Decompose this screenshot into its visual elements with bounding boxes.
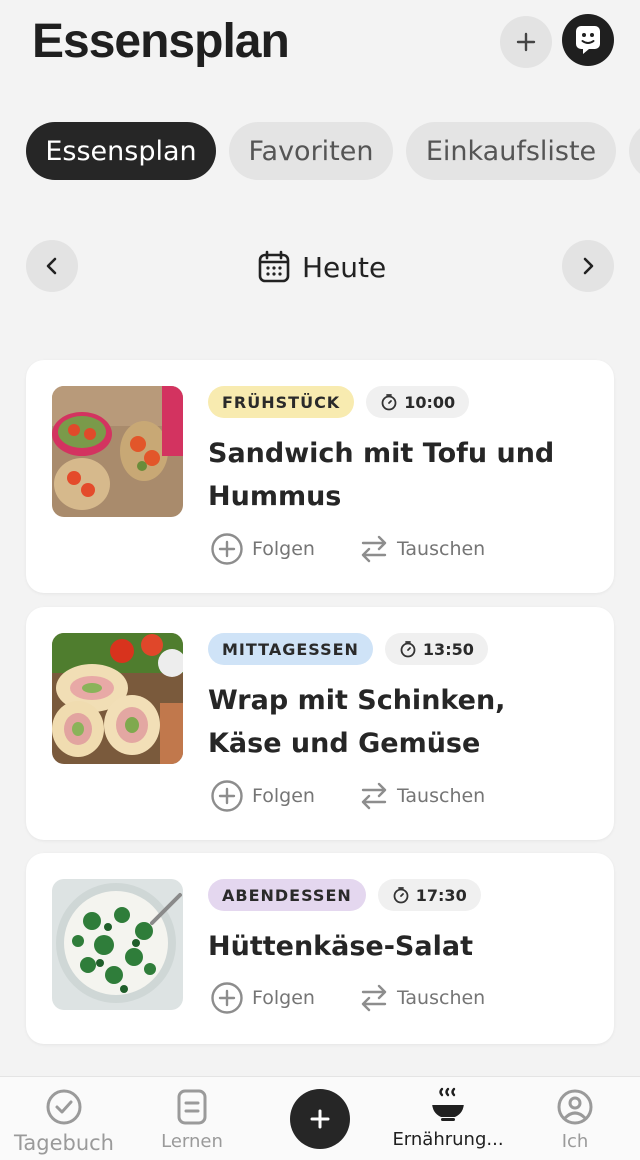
follow-label: Folgen bbox=[252, 538, 315, 560]
nav-label: Ernährung... bbox=[392, 1129, 504, 1150]
bottom-navigation: Tagebuch Lernen Ernährung... Ich bbox=[0, 1076, 640, 1160]
check-circle-icon bbox=[46, 1089, 82, 1125]
plus-circle-icon bbox=[211, 533, 243, 565]
follow-button[interactable]: Folgen bbox=[210, 779, 315, 813]
stopwatch-icon bbox=[381, 394, 397, 411]
meal-time-label: 10:00 bbox=[404, 392, 456, 412]
stopwatch-icon bbox=[400, 641, 416, 658]
swap-button[interactable]: Tauschen bbox=[359, 981, 485, 1015]
tab-einkaufsliste[interactable]: Einkaufsliste bbox=[406, 122, 616, 180]
nav-lernen[interactable]: Lernen bbox=[150, 1077, 234, 1160]
meal-time: 10:00 bbox=[366, 386, 470, 418]
tab-bar: Essensplan Favoriten Einkaufsliste bbox=[26, 122, 640, 182]
bowl-icon bbox=[432, 1087, 464, 1121]
tab-label: Einkaufsliste bbox=[425, 135, 597, 167]
chat-face-icon bbox=[576, 26, 600, 54]
plus-icon bbox=[310, 1109, 330, 1129]
nav-ernaehrung[interactable]: Ernährung... bbox=[386, 1077, 510, 1160]
user-icon bbox=[557, 1089, 593, 1125]
swap-button[interactable]: Tauschen bbox=[359, 779, 485, 813]
swap-arrows-icon bbox=[361, 782, 387, 810]
tab-essensplan[interactable]: Essensplan bbox=[26, 122, 216, 180]
meal-title: Hüttenkäse-Salat bbox=[208, 931, 473, 962]
meal-category-badge: MITTAGESSEN bbox=[208, 633, 373, 665]
tab-label: Favoriten bbox=[248, 135, 374, 167]
add-button[interactable] bbox=[500, 16, 552, 68]
meal-image bbox=[52, 633, 183, 764]
follow-button[interactable]: Folgen bbox=[210, 981, 315, 1015]
follow-button[interactable]: Folgen bbox=[210, 532, 315, 566]
document-icon bbox=[177, 1089, 207, 1125]
nav-label: Lernen bbox=[161, 1131, 223, 1152]
swap-button[interactable]: Tauschen bbox=[359, 532, 485, 566]
meal-card[interactable]: MITTAGESSEN 13:50 Wrap mit Schinken, Käs… bbox=[26, 607, 614, 840]
meal-time-label: 13:50 bbox=[422, 639, 474, 659]
header: Essensplan bbox=[0, 0, 640, 100]
chevron-left-icon bbox=[46, 257, 57, 275]
meal-image bbox=[52, 879, 183, 1010]
meal-category-badge: FRÜHSTÜCK bbox=[208, 386, 355, 418]
tab-more[interactable] bbox=[629, 122, 640, 180]
next-day-button[interactable] bbox=[562, 240, 614, 292]
follow-label: Folgen bbox=[252, 785, 315, 807]
meal-card[interactable]: FRÜHSTÜCK 10:00 Sandwich mit Tofu und Hu… bbox=[26, 360, 614, 593]
date-label: Heute bbox=[302, 250, 387, 284]
previous-day-button[interactable] bbox=[26, 240, 78, 292]
swap-arrows-icon bbox=[361, 535, 387, 563]
swap-label: Tauschen bbox=[396, 538, 486, 560]
meal-title: Wrap mit Schinken, Käse und Gemüse bbox=[208, 685, 506, 759]
nav-label: Tagebuch bbox=[14, 1131, 114, 1155]
swap-label: Tauschen bbox=[396, 785, 486, 807]
meal-card[interactable]: ABENDESSEN 17:30 Hüttenkäse-Salat Folgen… bbox=[26, 853, 614, 1044]
chevron-right-icon bbox=[583, 257, 594, 275]
quick-add-button[interactable] bbox=[290, 1089, 350, 1149]
assistant-button[interactable] bbox=[562, 14, 614, 66]
follow-label: Folgen bbox=[252, 987, 315, 1009]
stopwatch-icon bbox=[393, 887, 409, 904]
tab-label: Essensplan bbox=[45, 135, 197, 167]
date-selector[interactable]: Heute bbox=[256, 244, 386, 290]
meal-image bbox=[52, 386, 183, 517]
calendar-icon bbox=[258, 250, 290, 283]
meal-time: 17:30 bbox=[377, 879, 481, 911]
meal-time-label: 17:30 bbox=[415, 885, 467, 905]
plus-circle-icon bbox=[211, 780, 243, 812]
swap-label: Tauschen bbox=[396, 987, 486, 1009]
meal-time: 13:50 bbox=[384, 633, 488, 665]
page-title: Essensplan bbox=[32, 15, 290, 68]
nav-tagebuch[interactable]: Tagebuch bbox=[10, 1077, 118, 1160]
plus-circle-icon bbox=[211, 982, 243, 1014]
meal-title: Sandwich mit Tofu und Hummus bbox=[208, 438, 555, 512]
plus-icon bbox=[516, 32, 536, 52]
meal-category-badge: ABENDESSEN bbox=[208, 879, 366, 911]
nav-label: Ich bbox=[561, 1131, 589, 1152]
tab-favoriten[interactable]: Favoriten bbox=[229, 122, 393, 180]
swap-arrows-icon bbox=[361, 984, 387, 1012]
nav-ich[interactable]: Ich bbox=[540, 1077, 610, 1160]
